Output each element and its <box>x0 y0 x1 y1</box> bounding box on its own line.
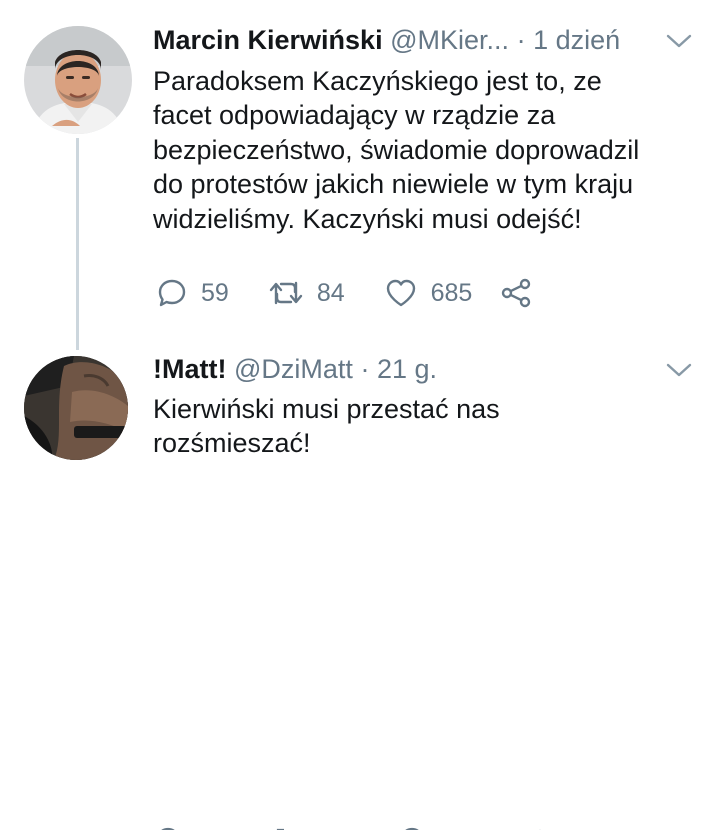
retweet-count: 84 <box>316 278 345 307</box>
share-button[interactable] <box>500 278 546 308</box>
tweet-text: Paradoksem Kaczyńskiego jest to, ze face… <box>153 66 640 234</box>
avatar-photo <box>24 356 128 460</box>
share-icon <box>502 278 531 308</box>
display-name[interactable]: !Matt! <box>153 354 226 384</box>
tweet-header: Marcin Kierwiński @MKier... · 1 dzień <box>153 23 620 57</box>
retweet-icon <box>269 281 303 305</box>
timestamp[interactable]: 21 g. <box>377 354 437 384</box>
timestamp[interactable]: 1 dzień <box>533 25 620 55</box>
reply-count: 59 <box>201 278 229 307</box>
display-name[interactable]: Marcin Kierwiński <box>153 25 383 55</box>
user-handle[interactable]: @MKier... <box>390 25 509 55</box>
like-icon <box>386 279 415 307</box>
tweet-1[interactable]: Marcin Kierwiński @MKier... · 1 dzień Pa… <box>0 0 720 340</box>
tweet-2[interactable]: !Matt! @DziMatt · 21 g. Kierwiński musi … <box>0 340 720 830</box>
user-handle[interactable]: @DziMatt <box>234 354 353 384</box>
like-count: 685 <box>430 278 473 307</box>
like-button[interactable]: 685 <box>385 278 473 308</box>
reply-button[interactable]: 59 <box>157 278 229 308</box>
retweet-button[interactable]: 84 <box>269 278 345 308</box>
separator-dot: · <box>360 354 370 384</box>
reply-icon <box>158 279 186 307</box>
chevron-down-icon[interactable] <box>666 362 692 378</box>
avatar[interactable] <box>24 26 132 134</box>
tweet-text: Kierwiński musi przestać nas rozśmieszać… <box>153 394 500 459</box>
tweet-header: !Matt! @DziMatt · 21 g. <box>153 352 437 386</box>
chevron-down-icon[interactable] <box>666 33 692 49</box>
tweet-actions-partial <box>150 822 590 830</box>
tweet-actions: 59 84 685 <box>157 276 586 310</box>
avatar[interactable] <box>24 356 128 460</box>
separator-dot: · <box>516 25 526 55</box>
avatar-photo <box>24 26 132 134</box>
